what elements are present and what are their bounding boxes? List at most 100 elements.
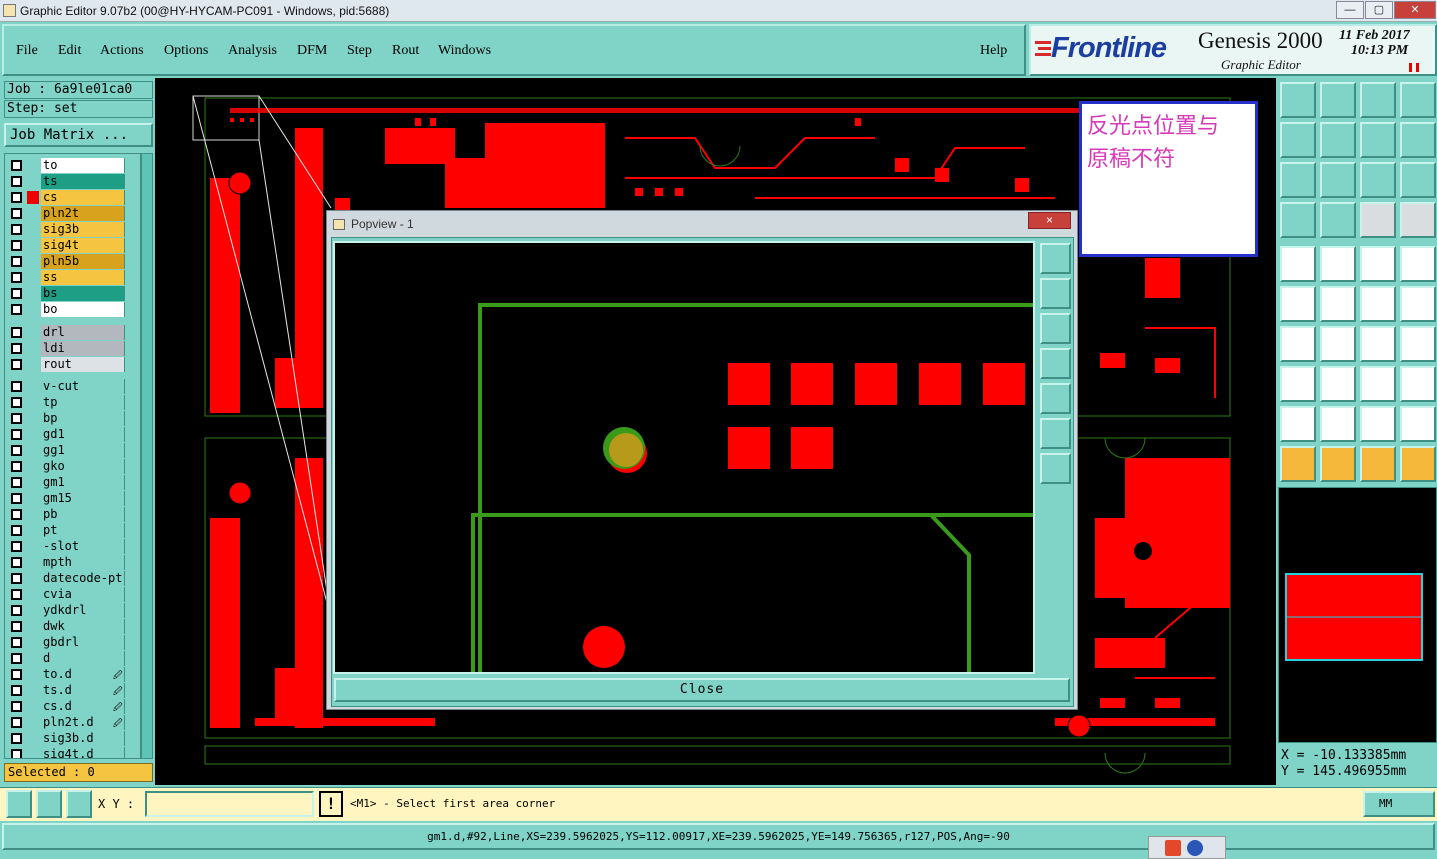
layer-checkbox[interactable] xyxy=(11,525,22,536)
layers-compare-icon[interactable] xyxy=(1360,202,1396,238)
minimize-button[interactable]: — xyxy=(1336,1,1364,19)
layer-name[interactable]: bp xyxy=(41,411,125,426)
layer-row[interactable]: ldi xyxy=(5,341,140,356)
blocks-icon[interactable] xyxy=(1400,366,1436,402)
layer-row[interactable]: -slot xyxy=(5,539,140,554)
xy-input[interactable] xyxy=(145,791,314,817)
layer-row[interactable]: ts xyxy=(5,174,140,189)
pointer-circle-icon[interactable] xyxy=(1360,446,1396,482)
layer-name[interactable]: pln2t xyxy=(41,206,125,221)
layer-checkbox[interactable] xyxy=(11,509,22,520)
layer-checkbox[interactable] xyxy=(11,621,22,632)
layer-row[interactable]: v-cut xyxy=(5,379,140,394)
sogou-icon[interactable] xyxy=(1165,840,1181,856)
measure-icon[interactable] xyxy=(1280,202,1316,238)
layer-checkbox[interactable] xyxy=(11,272,22,283)
close-window-button[interactable]: ✕ xyxy=(1394,1,1436,19)
grid-mode-icon[interactable] xyxy=(66,790,92,818)
triangle-icon[interactable] xyxy=(1280,406,1316,442)
zoom-fit-icon[interactable] xyxy=(1320,162,1356,198)
circle-pad-icon[interactable] xyxy=(1400,246,1436,282)
layer-name[interactable]: gm1 xyxy=(41,475,125,490)
layer-checkbox[interactable] xyxy=(11,605,22,616)
menu-analysis[interactable]: Analysis xyxy=(228,43,277,59)
layer-row[interactable]: cs xyxy=(5,190,140,205)
maximize-button[interactable]: ▢ xyxy=(1365,1,1393,19)
layer-name[interactable]: d xyxy=(41,651,125,666)
layer-row[interactable]: gm1 xyxy=(5,475,140,490)
layer-checkbox[interactable] xyxy=(11,224,22,235)
layer-checkbox[interactable] xyxy=(11,669,22,680)
layer-row[interactable]: pt xyxy=(5,523,140,538)
layer-checkbox[interactable] xyxy=(11,160,22,171)
menu-help[interactable]: Help xyxy=(980,43,1007,59)
layer-name[interactable]: ts xyxy=(41,174,125,189)
home-icon[interactable] xyxy=(1360,82,1396,118)
layer-checkbox[interactable] xyxy=(11,327,22,338)
snake-icon[interactable] xyxy=(1400,122,1436,158)
triangle-up-icon[interactable] xyxy=(1360,406,1396,442)
layer-checkbox[interactable] xyxy=(11,749,22,758)
layer-name[interactable]: rout xyxy=(41,357,125,372)
layer-name[interactable]: cs xyxy=(41,190,125,205)
layer-checkbox[interactable] xyxy=(11,445,22,456)
layer-row[interactable]: ss xyxy=(5,270,140,285)
layer-row[interactable]: gm15 xyxy=(5,491,140,506)
layer-checkbox[interactable] xyxy=(11,304,22,315)
menu-dfm[interactable]: DFM xyxy=(297,43,327,59)
popview-pan-left-icon[interactable] xyxy=(1040,348,1071,379)
layer-list-scrollbar[interactable] xyxy=(141,153,153,759)
layer-checkbox[interactable] xyxy=(11,256,22,267)
layer-name[interactable]: sig4t.d xyxy=(41,747,125,758)
pattern-icon[interactable] xyxy=(1360,366,1396,402)
layer-checkbox[interactable] xyxy=(11,429,22,440)
overview-panel[interactable] xyxy=(1278,487,1437,743)
pointer-box-icon[interactable] xyxy=(1320,446,1356,482)
popview-close-x-button[interactable]: × xyxy=(1028,212,1071,229)
layer-row[interactable]: bs xyxy=(5,286,140,301)
layer-checkbox[interactable] xyxy=(11,176,22,187)
layer-checkbox[interactable] xyxy=(11,493,22,504)
layer-checkbox[interactable] xyxy=(11,701,22,712)
layer-checkbox[interactable] xyxy=(11,637,22,648)
layer-row[interactable]: tp xyxy=(5,395,140,410)
layer-checkbox[interactable] xyxy=(11,477,22,488)
layer-name[interactable]: to xyxy=(41,158,125,173)
layer-name[interactable]: gm15 xyxy=(41,491,125,506)
layer-checkbox[interactable] xyxy=(11,685,22,696)
popview-close-button[interactable]: Close xyxy=(334,678,1070,702)
layer-checkbox[interactable] xyxy=(11,541,22,552)
layer-name[interactable]: gg1 xyxy=(41,443,125,458)
layer-row[interactable]: sig3b xyxy=(5,222,140,237)
flip-icon[interactable] xyxy=(1400,326,1436,362)
layer-row[interactable]: cvia xyxy=(5,587,140,602)
layer-name[interactable]: bs xyxy=(41,286,125,301)
layer-checkbox[interactable] xyxy=(11,192,22,203)
layer-row[interactable]: sig4t xyxy=(5,238,140,253)
layer-row[interactable]: gko xyxy=(5,459,140,474)
layer-row[interactable]: sig4t.d xyxy=(5,747,140,758)
layer-name[interactable]: pln5b xyxy=(41,254,125,269)
popview-pan-up-icon[interactable] xyxy=(1040,278,1071,309)
layer-row[interactable]: sig3b.d xyxy=(5,731,140,746)
layers-select-icon[interactable] xyxy=(1400,202,1436,238)
warning-button[interactable]: ! xyxy=(319,791,343,817)
menu-actions[interactable]: Actions xyxy=(100,43,144,59)
scale-one-two-icon[interactable] xyxy=(1360,162,1396,198)
layer-checkbox[interactable] xyxy=(11,733,22,744)
layer-checkbox[interactable] xyxy=(11,288,22,299)
popview-zoom-out-icon[interactable] xyxy=(1040,418,1071,449)
route-icon[interactable] xyxy=(1400,446,1436,482)
arc-icon[interactable] xyxy=(1360,326,1396,362)
layer-row[interactable]: gbdrl xyxy=(5,635,140,650)
layer-row[interactable]: gd1 xyxy=(5,427,140,442)
snap-pad-icon[interactable] xyxy=(1280,366,1316,402)
layer-name[interactable]: sig4t xyxy=(41,238,125,253)
layer-checkbox[interactable] xyxy=(11,557,22,568)
layer-name[interactable]: ss xyxy=(41,270,125,285)
layer-row[interactable]: pb xyxy=(5,507,140,522)
pad-add-icon[interactable] xyxy=(1280,246,1316,282)
layer-checkbox[interactable] xyxy=(11,240,22,251)
layer-name[interactable]: datecode-pt xyxy=(41,571,125,586)
menu-windows[interactable]: Windows xyxy=(438,43,491,59)
